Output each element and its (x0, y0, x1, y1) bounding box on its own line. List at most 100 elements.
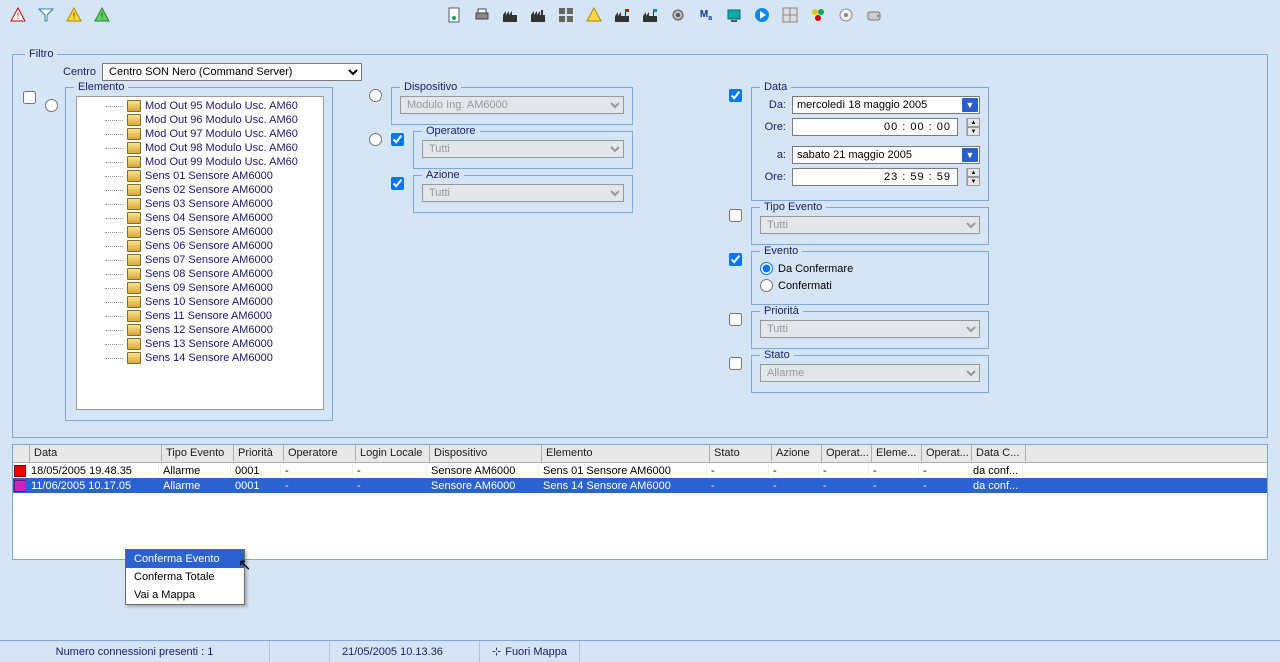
evento-legend: Evento (760, 245, 802, 257)
stato-checkbox[interactable] (729, 357, 742, 370)
azione-combo[interactable]: Tutti (422, 184, 624, 202)
page-icon[interactable] (442, 3, 466, 27)
tree-item[interactable]: Sens 04 Sensore AM6000 (77, 211, 323, 225)
play-icon[interactable] (750, 3, 774, 27)
factory-a-icon[interactable] (498, 3, 522, 27)
tree-item[interactable]: Sens 07 Sensore AM6000 (77, 253, 323, 267)
column-header[interactable]: Stato (710, 445, 772, 462)
grid4-icon[interactable] (554, 3, 578, 27)
column-header[interactable]: Azione (772, 445, 822, 462)
elemento-enable-checkbox[interactable] (23, 91, 36, 104)
tree-item[interactable]: Mod Out 99 Modulo Usc. AM60 (77, 155, 323, 169)
status-map: ⊹Fuori Mappa (480, 641, 580, 662)
monitor-icon[interactable] (722, 3, 746, 27)
tree-item[interactable]: Sens 10 Sensore AM6000 (77, 295, 323, 309)
folder-icon (127, 198, 141, 210)
column-header[interactable]: Priorità (234, 445, 284, 462)
chevron-down-icon[interactable]: ▼ (962, 148, 978, 162)
operatore-legend: Operatore (422, 125, 480, 137)
ore-a-field[interactable]: 23 : 59 : 59 (792, 168, 958, 186)
context-menu-item[interactable]: Conferma Totale (126, 568, 244, 586)
column-header[interactable]: Login Locale (356, 445, 430, 462)
column-header[interactable]: Operat... (822, 445, 872, 462)
context-menu-item[interactable]: Conferma Evento (126, 550, 244, 568)
column-header[interactable]: Data (30, 445, 162, 462)
folder-icon (127, 156, 141, 168)
stato-combo[interactable]: Allarme (760, 364, 980, 382)
alert-mid-icon[interactable] (582, 3, 606, 27)
alert-icon[interactable]: ! (6, 3, 30, 27)
drive-icon[interactable] (862, 3, 886, 27)
tree-item[interactable]: Sens 08 Sensore AM6000 (77, 267, 323, 281)
tree-item[interactable]: Sens 09 Sensore AM6000 (77, 281, 323, 295)
ore-da-spinner[interactable]: ▲▼ (966, 118, 980, 136)
tree-item[interactable]: Sens 12 Sensore AM6000 (77, 323, 323, 337)
circles-icon[interactable] (806, 3, 830, 27)
column-header[interactable]: Operat... (922, 445, 972, 462)
filter-icon[interactable] (34, 3, 58, 27)
da-date-field[interactable]: mercoledì 18 maggio 2005 ▼ (792, 96, 980, 114)
tipoevento-checkbox[interactable] (729, 209, 742, 222)
column-header[interactable]: Tipo Evento (162, 445, 234, 462)
print-icon[interactable] (470, 3, 494, 27)
factory-flag-icon[interactable] (610, 3, 634, 27)
centro-combo[interactable]: Centro SON Nero (Command Server) (102, 63, 362, 81)
svg-text:!: ! (17, 11, 20, 21)
tree-item[interactable]: Mod Out 96 Modulo Usc. AM60 (77, 113, 323, 127)
tree-item[interactable]: Sens 02 Sensore AM6000 (77, 183, 323, 197)
tree-item[interactable]: Sens 14 Sensore AM6000 (77, 351, 323, 365)
dispositivo-combo[interactable]: Modulo Ing. AM6000 (400, 96, 624, 114)
tipoevento-legend: Tipo Evento (760, 201, 826, 213)
tree-item[interactable]: Sens 05 Sensore AM6000 (77, 225, 323, 239)
context-menu-item[interactable]: Vai a Mappa (126, 586, 244, 604)
tipoevento-combo[interactable]: Tutti (760, 216, 980, 234)
priorita-combo[interactable]: Tutti (760, 320, 980, 338)
ore-a-label: Ore: (760, 171, 786, 183)
disc-icon[interactable] (834, 3, 858, 27)
ore-da-field[interactable]: 00 : 00 : 00 (792, 118, 958, 136)
evento-checkbox[interactable] (729, 253, 742, 266)
folder-icon (127, 268, 141, 280)
tree-item[interactable]: Sens 06 Sensore AM6000 (77, 239, 323, 253)
data-checkbox[interactable] (729, 89, 742, 102)
data-legend: Data (760, 81, 791, 93)
tree-item[interactable]: Sens 01 Sensore AM6000 (77, 169, 323, 183)
alert-yellow-icon[interactable]: ! (62, 3, 86, 27)
column-header[interactable]: Eleme... (872, 445, 922, 462)
a-date-field[interactable]: sabato 21 maggio 2005 ▼ (792, 146, 980, 164)
operatore-combo[interactable]: Tutti (422, 140, 624, 158)
azione-checkbox[interactable] (391, 177, 404, 190)
column-header[interactable]: Operatore (284, 445, 356, 462)
elemento-tree[interactable]: Mod Out 95 Modulo Usc. AM60Mod Out 96 Mo… (76, 96, 324, 410)
column-header[interactable]: Elemento (542, 445, 710, 462)
folder-icon (127, 324, 141, 336)
status-connections: Numero connessioni presenti : 1 (0, 641, 270, 662)
gear-icon[interactable] (666, 3, 690, 27)
filter-panel: Filtro Centro Centro SON Nero (Command S… (12, 54, 1268, 438)
operatore-radio[interactable] (369, 133, 382, 146)
column-header[interactable]: Dispositivo (430, 445, 542, 462)
tree-item[interactable]: Mod Out 98 Modulo Usc. AM60 (77, 141, 323, 155)
confermati-radio[interactable] (760, 279, 773, 292)
priorita-checkbox[interactable] (729, 313, 742, 326)
ore-a-spinner[interactable]: ▲▼ (966, 168, 980, 186)
tree-item[interactable]: Mod Out 97 Modulo Usc. AM60 (77, 127, 323, 141)
tree-item[interactable]: Mod Out 95 Modulo Usc. AM60 (77, 99, 323, 113)
tree-item[interactable]: Sens 11 Sensore AM6000 (77, 309, 323, 323)
tree-item[interactable]: Sens 13 Sensore AM6000 (77, 337, 323, 351)
table-row[interactable]: 18/05/2005 19.48.35Allarme0001--Sensore … (13, 463, 1267, 478)
operatore-checkbox[interactable] (391, 133, 404, 146)
dispositivo-radio[interactable] (369, 89, 382, 102)
chevron-down-icon[interactable]: ▼ (962, 98, 978, 112)
factory-flag2-icon[interactable] (638, 3, 662, 27)
table-row[interactable]: 11/06/2005 10.17.05Allarme0001--Sensore … (13, 478, 1267, 493)
grid16-icon[interactable] (778, 3, 802, 27)
alert-green-icon[interactable]: ! (90, 3, 114, 27)
column-header[interactable]: Data C... (972, 445, 1026, 462)
context-menu: Conferma EventoConferma TotaleVai a Mapp… (125, 549, 245, 605)
elemento-radio[interactable] (45, 99, 58, 112)
ma-icon[interactable]: Ma (694, 3, 718, 27)
factory-b-icon[interactable] (526, 3, 550, 27)
daconfermare-radio[interactable] (760, 262, 773, 275)
tree-item[interactable]: Sens 03 Sensore AM6000 (77, 197, 323, 211)
